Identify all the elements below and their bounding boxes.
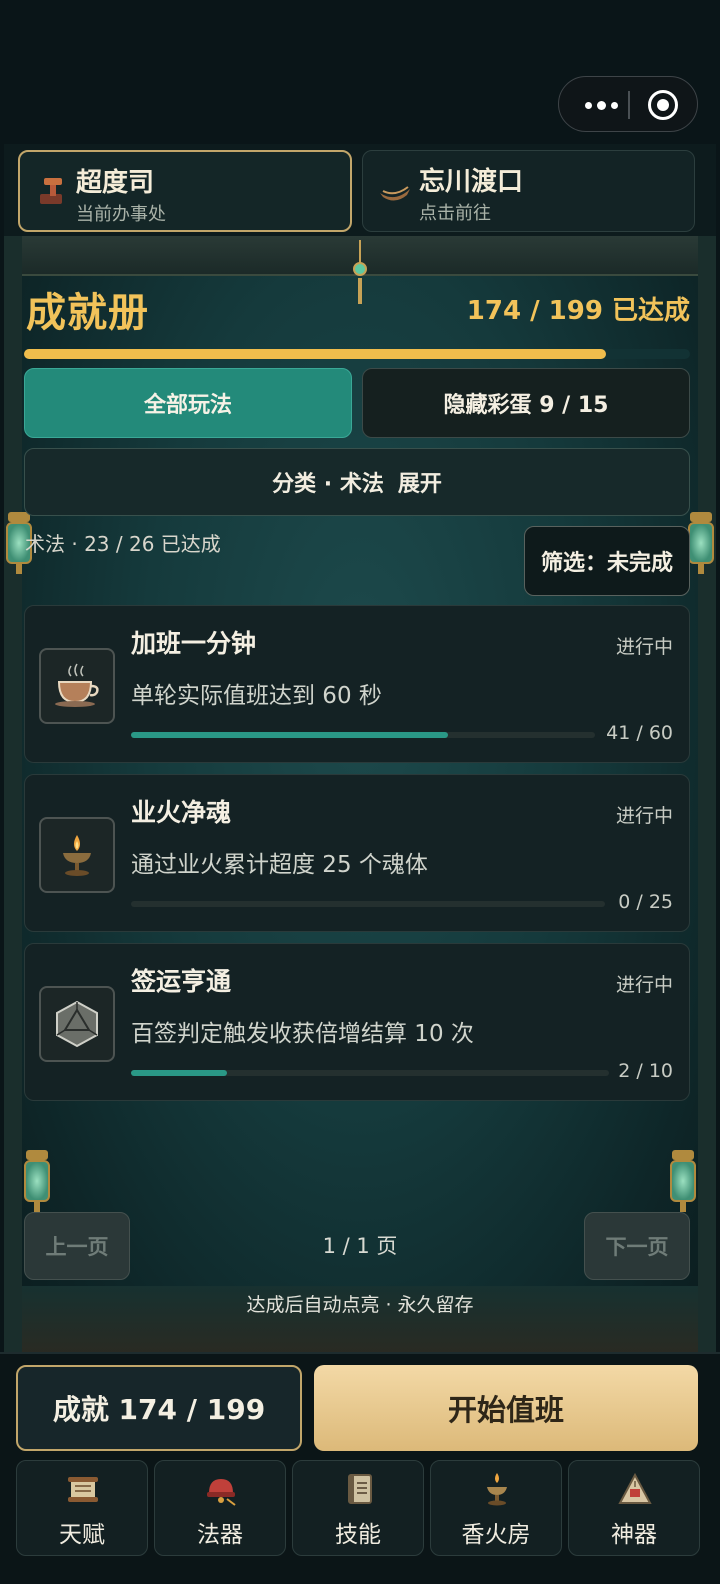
nav-label: 天赋 bbox=[59, 1522, 105, 1548]
nav-label: 神器 bbox=[611, 1522, 657, 1548]
achievement-progress-text: 0 / 25 bbox=[618, 891, 673, 913]
category-status: 术法 · 23 / 26 已达成 bbox=[25, 532, 221, 556]
location-wangchuan[interactable]: 忘川渡口 点击前往 bbox=[362, 150, 695, 232]
lantern-icon bbox=[22, 1150, 52, 1212]
nav-incense-room[interactable]: 香火房 bbox=[430, 1460, 562, 1556]
scroll-icon bbox=[68, 1477, 98, 1502]
tab-hidden-easter-eggs[interactable]: 隐藏彩蛋 9 / 15 bbox=[362, 368, 690, 438]
achievement-progress-fill bbox=[131, 732, 449, 738]
boat-icon bbox=[380, 186, 410, 201]
achievement-name: 签运亨通 bbox=[131, 967, 232, 996]
tab-all-gameplay[interactable]: 全部玩法 bbox=[24, 368, 352, 438]
achievement-state: 进行中 bbox=[615, 636, 673, 658]
more-dots-icon[interactable] bbox=[579, 91, 623, 119]
capsule-menu bbox=[558, 76, 698, 132]
target-circle-icon[interactable] bbox=[648, 90, 678, 120]
achievement-progress-fill bbox=[131, 1070, 227, 1076]
achievement-summary: 174 / 199 已达成 bbox=[466, 296, 690, 326]
achievement-card[interactable]: 签运亨通 进行中 百签判定触发收获倍增结算 10 次 2 / 10 bbox=[24, 943, 690, 1101]
achievement-progress-bar bbox=[131, 732, 595, 738]
start-duty-button[interactable]: 开始值班 bbox=[314, 1365, 698, 1451]
nav-label: 技能 bbox=[335, 1522, 381, 1548]
nav-label: 香火房 bbox=[461, 1522, 531, 1548]
achievement-description: 百签判定触发收获倍增结算 10 次 bbox=[131, 1021, 474, 1047]
mountain-shrine-icon bbox=[618, 1472, 652, 1504]
nav-talent[interactable]: 天赋 bbox=[16, 1460, 148, 1556]
achievement-name: 加班一分钟 bbox=[131, 629, 257, 658]
nav-divine-artifact[interactable]: 神器 bbox=[568, 1460, 700, 1556]
lantern-icon bbox=[668, 1150, 698, 1212]
dice-icon bbox=[39, 986, 115, 1062]
page-title: 成就册 bbox=[26, 290, 149, 336]
achievement-state: 进行中 bbox=[615, 805, 673, 827]
filter-button[interactable]: 筛选：未完成 bbox=[524, 526, 690, 596]
nav-artifact[interactable]: 法器 bbox=[154, 1460, 286, 1556]
hammer-icon bbox=[40, 178, 62, 204]
category-label: 分类 · 术法 bbox=[272, 472, 384, 497]
location-sub: 点击前往 bbox=[419, 203, 491, 224]
capsule-divider bbox=[628, 91, 630, 119]
category-toggle[interactable]: 分类 · 术法 展开 bbox=[24, 448, 690, 516]
achievement-progress-bar bbox=[131, 1070, 609, 1076]
location-name: 超度司 bbox=[76, 168, 155, 198]
achievement-progress-text: 41 / 60 bbox=[606, 722, 673, 744]
overall-progress-bar bbox=[24, 349, 690, 359]
oil-lamp-icon bbox=[39, 817, 115, 893]
nav-label: 法器 bbox=[197, 1522, 243, 1548]
achievement-card[interactable]: 加班一分钟 进行中 单轮实际值班达到 60 秒 41 / 60 bbox=[24, 605, 690, 763]
next-page-button[interactable]: 下一页 bbox=[584, 1212, 690, 1280]
footer-note: 达成后自动点亮 · 永久留存 bbox=[246, 1294, 474, 1316]
achievement-progress-bar bbox=[131, 901, 605, 907]
incense-lamp-icon bbox=[487, 1473, 507, 1506]
lantern-icon bbox=[686, 512, 716, 574]
category-expand: 展开 bbox=[397, 472, 442, 497]
location-current[interactable]: 超度司 当前办事处 bbox=[18, 150, 352, 232]
book-icon bbox=[348, 1474, 372, 1504]
achievement-description: 通过业火累计超度 25 个魂体 bbox=[131, 852, 428, 878]
achievement-description: 单轮实际值班达到 60 秒 bbox=[131, 683, 382, 709]
achievement-state: 进行中 bbox=[615, 974, 673, 996]
teacup-icon bbox=[39, 648, 115, 724]
achievement-card[interactable]: 业火净魂 进行中 通过业火累计超度 25 个魂体 0 / 25 bbox=[24, 774, 690, 932]
achievements-button[interactable]: 成就 174 / 199 bbox=[16, 1365, 302, 1451]
achievement-progress-text: 2 / 10 bbox=[618, 1060, 673, 1082]
location-name: 忘川渡口 bbox=[419, 167, 524, 197]
location-sub: 当前办事处 bbox=[76, 204, 166, 225]
achievement-name: 业火净魂 bbox=[131, 798, 232, 827]
bell-icon bbox=[207, 1479, 236, 1506]
overall-progress-fill bbox=[24, 349, 607, 359]
nav-skills[interactable]: 技能 bbox=[292, 1460, 424, 1556]
jade-pendant-icon bbox=[350, 240, 370, 304]
